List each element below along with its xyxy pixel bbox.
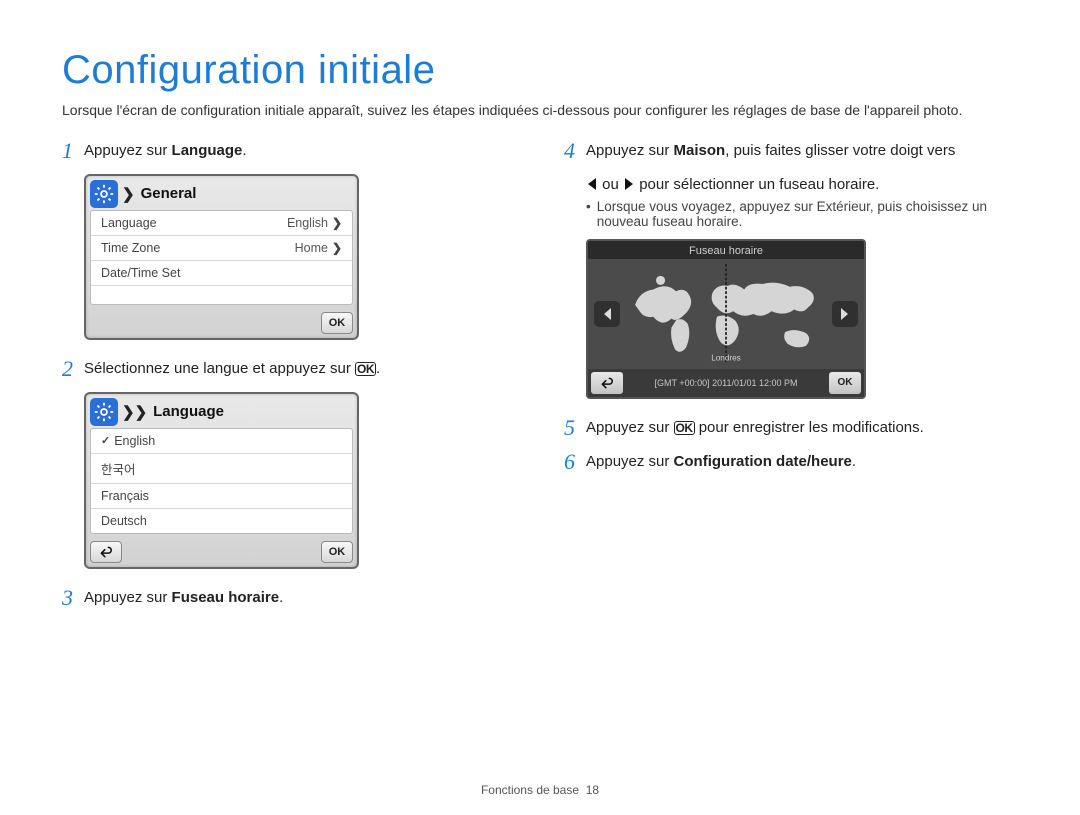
device-screenshot-language: ❯❯ Language ✓ English 한국어 Français Deutsc… [84, 392, 359, 569]
step-text: Appuyez sur [586, 453, 674, 470]
device-screenshot-general: ❯ General Language English ❯ Time Zone Ho… [84, 174, 359, 340]
language-option: Deutsch [91, 509, 352, 533]
device-row: Time Zone Home ❯ [91, 236, 352, 261]
world-map: Londres [626, 259, 826, 369]
step-bold: Language [172, 142, 243, 159]
chevron-right-icon: ❯ [332, 216, 342, 230]
back-button[interactable] [591, 372, 623, 394]
gear-icon [90, 398, 118, 426]
device-row: Date/Time Set [91, 261, 352, 286]
step-3: 3 Appuyez sur Fuseau horaire. [62, 587, 516, 609]
footer-label: Fonctions de base [481, 783, 579, 797]
step-text: Appuyez sur [84, 589, 172, 606]
language-option: ✓ English [91, 429, 352, 454]
option-label: English [114, 434, 155, 448]
page-footer: Fonctions de base 18 [0, 783, 1080, 797]
step-number: 5 [564, 417, 586, 439]
bullet-bold: Extérieur [817, 199, 870, 214]
step-1: 1 Appuyez sur Language. [62, 140, 516, 162]
option-label: Français [101, 489, 149, 503]
row-value: Home [295, 241, 328, 255]
step-text-post: pour enregistrer les modifications. [695, 419, 924, 436]
triangle-right-icon [623, 177, 635, 191]
ok-button[interactable]: OK [321, 312, 353, 334]
footer-page-number: 18 [586, 783, 599, 797]
step-number: 2 [62, 358, 84, 380]
device-row: Language English ❯ [91, 211, 352, 236]
triangle-right-icon [839, 306, 851, 322]
back-button[interactable] [90, 541, 122, 563]
row-value: English [287, 216, 328, 230]
step-4: 4 Appuyez sur Maison, puis faites glisse… [564, 140, 1018, 162]
back-arrow-icon [99, 546, 113, 558]
ok-icon: OK [674, 421, 695, 436]
ok-button[interactable]: OK [829, 372, 861, 394]
step-text-post2: pour sélectionner un fuseau horaire. [635, 176, 879, 193]
step-text: Sélectionnez une langue et appuyez sur [84, 360, 355, 377]
chevron-right-icon: ❯ [122, 185, 135, 203]
step-4-bullet: • Lorsque vous voyagez, appuyez sur Exté… [586, 199, 1018, 229]
step-5: 5 Appuyez sur OK pour enregistrer les mo… [564, 417, 1018, 439]
intro-paragraph: Lorsque l'écran de configuration initial… [62, 101, 1018, 120]
step-bold: Maison [674, 142, 726, 159]
step-number: 3 [62, 587, 84, 609]
world-city-label: Londres [711, 353, 741, 362]
back-arrow-icon [600, 377, 614, 389]
step-bold: Fuseau horaire [172, 589, 280, 606]
step-2: 2 Sélectionnez une langue et appuyez sur… [62, 358, 516, 380]
step-text-post: . [852, 453, 856, 470]
step-number: 1 [62, 140, 84, 162]
option-label: 한국어 [101, 459, 136, 478]
device-row-empty [91, 286, 352, 304]
language-option: 한국어 [91, 454, 352, 484]
step-number: 6 [564, 451, 586, 473]
checkmark-icon: ✓ [101, 434, 110, 447]
ok-icon: OK [355, 362, 376, 377]
option-label: Deutsch [101, 514, 147, 528]
language-option: Français [91, 484, 352, 509]
step-6: 6 Appuyez sur Configuration date/heure. [564, 451, 1018, 473]
gear-icon [90, 180, 118, 208]
step-text-post: . [279, 589, 283, 606]
step-text-post: . [376, 360, 380, 377]
device-title: Language [153, 403, 224, 420]
step-text: Appuyez sur [586, 419, 674, 436]
device-screenshot-timezone: Fuseau horaire [586, 239, 866, 399]
row-label: Date/Time Set [101, 266, 180, 280]
step-text-post: , puis faites glisser votre doigt vers [725, 142, 955, 159]
step-text-mid: ou [598, 176, 623, 193]
step-bold: Configuration date/heure [674, 453, 852, 470]
step-text: Appuyez sur [586, 142, 674, 159]
row-label: Language [101, 216, 157, 230]
chevron-right-icon: ❯ [332, 241, 342, 255]
step-text-post: . [242, 142, 246, 159]
next-button[interactable] [832, 301, 858, 327]
previous-button[interactable] [594, 301, 620, 327]
step-number: 4 [564, 140, 586, 162]
row-label: Time Zone [101, 241, 160, 255]
step-text: Appuyez sur [84, 142, 172, 159]
bullet-icon: • [586, 199, 591, 229]
page-title: Configuration initiale [62, 48, 1018, 93]
triangle-left-icon [601, 306, 613, 322]
chevron-double-right-icon: ❯❯ [122, 403, 147, 421]
world-title: Fuseau horaire [588, 241, 864, 259]
world-status: [GMT +00:00] 2011/01/01 12:00 PM [626, 378, 826, 388]
device-title: General [141, 185, 197, 202]
triangle-left-icon [586, 177, 598, 191]
ok-button[interactable]: OK [321, 541, 353, 563]
bullet-pre: Lorsque vous voyagez, appuyez sur [597, 199, 817, 214]
step-4-line2: ou pour sélectionner un fuseau horaire. [586, 174, 1018, 195]
